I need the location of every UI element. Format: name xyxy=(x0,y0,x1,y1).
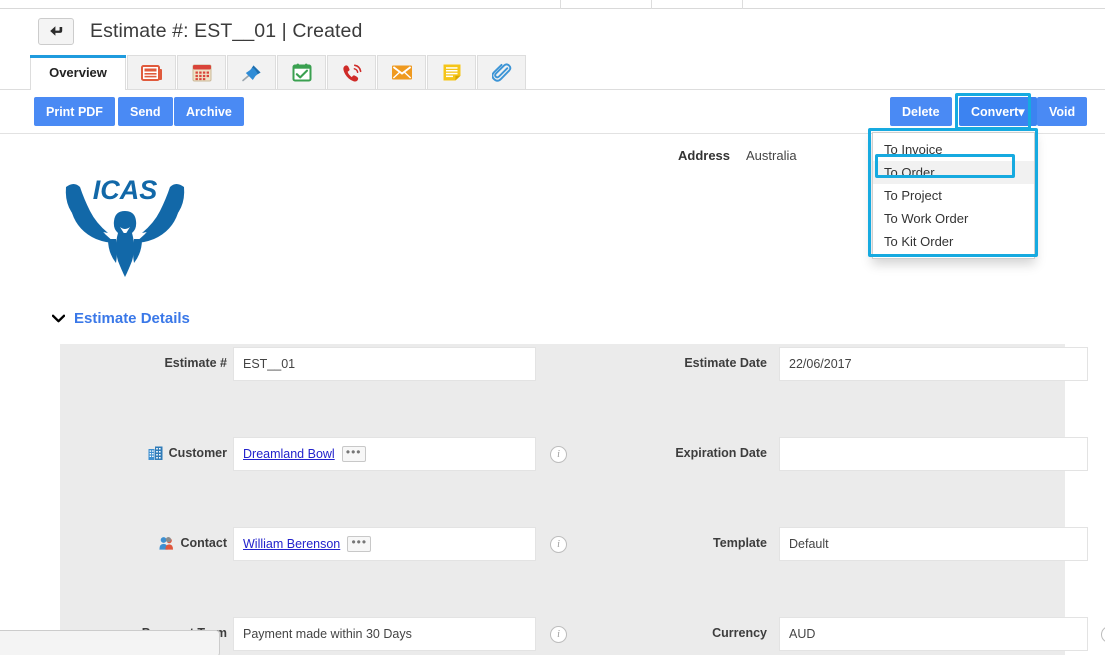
field-label: Template xyxy=(713,536,767,550)
field-estimate-number: Estimate # EST__01 xyxy=(60,344,562,389)
people-icon xyxy=(159,536,174,550)
contact-input[interactable]: William Berenson ••• xyxy=(233,527,536,561)
field-value: Default xyxy=(789,537,829,551)
payment-term-input[interactable]: Payment made within 30 Days xyxy=(233,617,536,651)
pushpin-icon xyxy=(241,63,263,83)
field-label: Estimate Date xyxy=(684,356,767,370)
delete-button[interactable]: Delete xyxy=(890,97,952,126)
field-value: 22/06/2017 xyxy=(789,357,852,371)
company-logo: ICAS xyxy=(60,165,190,285)
calendar-check-icon xyxy=(292,63,312,82)
tab-calendar[interactable] xyxy=(177,55,226,89)
field-label: Customer xyxy=(60,446,235,460)
address-value: Australia xyxy=(746,148,797,163)
convert-button[interactable]: Convert▾ xyxy=(959,97,1037,126)
app-page: Estimate #: EST__01 | Created Overview P… xyxy=(0,0,1105,655)
menu-item-to-work-order[interactable]: To Work Order xyxy=(873,207,1034,230)
archive-button[interactable]: Archive xyxy=(174,97,244,126)
field-label-text: Customer xyxy=(168,446,227,460)
convert-dropdown-menu: To Invoice To Order To Project To Work O… xyxy=(872,132,1035,259)
estimate-number-input[interactable]: EST__01 xyxy=(233,347,536,381)
field-label: Contact xyxy=(60,536,235,550)
field-contact: Contact William Berenson ••• i xyxy=(60,524,567,569)
field-estimate-date: Estimate Date 22/06/2017 xyxy=(562,344,1088,389)
template-input[interactable]: Default xyxy=(779,527,1088,561)
tab-newspaper[interactable] xyxy=(127,55,176,89)
menu-item-to-invoice[interactable]: To Invoice xyxy=(873,138,1034,161)
field-label: Estimate # xyxy=(164,356,227,370)
tab-overview-label: Overview xyxy=(49,65,107,80)
customer-lookup-button[interactable]: ••• xyxy=(341,446,366,462)
field-label: Currency xyxy=(712,626,767,640)
tab-envelope[interactable] xyxy=(377,55,426,89)
send-button[interactable]: Send xyxy=(118,97,173,126)
menu-item-to-order[interactable]: To Order xyxy=(873,161,1034,184)
void-button[interactable]: Void xyxy=(1037,97,1088,126)
chevron-down-icon: ▾ xyxy=(1018,105,1025,119)
customer-input[interactable]: Dreamland Bowl ••• xyxy=(233,437,536,471)
field-value: Payment made within 30 Days xyxy=(243,627,412,641)
tab-note[interactable] xyxy=(427,55,476,89)
field-template: Template Default xyxy=(562,524,1088,569)
bottom-left-popup-stub xyxy=(0,630,220,655)
chevron-down-icon xyxy=(51,312,66,325)
convert-label: Convert xyxy=(971,105,1019,119)
tab-phone[interactable] xyxy=(327,55,376,89)
envelope-icon xyxy=(391,64,413,81)
estimate-date-input[interactable]: 22/06/2017 xyxy=(779,347,1088,381)
tab-overview[interactable]: Overview xyxy=(30,55,126,90)
menu-item-to-project[interactable]: To Project xyxy=(873,184,1034,207)
estimate-details-form: Estimate # EST__01 Customer Dreamland Bo… xyxy=(60,344,1105,655)
phone-icon xyxy=(341,63,363,83)
menu-item-to-kit-order[interactable]: To Kit Order xyxy=(873,230,1034,253)
address-label: Address xyxy=(678,148,731,163)
field-label-text: Contact xyxy=(180,536,227,550)
expiration-date-input[interactable] xyxy=(779,437,1088,471)
browser-chrome-strip xyxy=(0,0,1105,9)
currency-input[interactable]: AUD xyxy=(779,617,1088,651)
building-icon xyxy=(148,446,163,460)
estimate-details-section-header[interactable]: Estimate Details xyxy=(51,310,190,327)
logo-text: ICAS xyxy=(93,175,158,205)
note-icon xyxy=(442,63,462,82)
back-arrow-icon[interactable] xyxy=(38,18,74,45)
calendar-icon xyxy=(192,63,212,82)
contact-link[interactable]: William Berenson xyxy=(243,537,340,551)
field-label: Expiration Date xyxy=(675,446,767,460)
newspaper-icon xyxy=(140,64,163,82)
customer-link[interactable]: Dreamland Bowl xyxy=(243,447,335,461)
field-expiration-date: Expiration Date xyxy=(562,434,1088,479)
tab-paperclip[interactable] xyxy=(477,55,526,89)
currency-info-icon[interactable]: i xyxy=(1101,626,1105,643)
action-toolbar: Print PDF Send Archive Delete Convert▾ V… xyxy=(0,90,1105,134)
page-title: Estimate #: EST__01 | Created xyxy=(90,20,363,42)
contact-lookup-button[interactable]: ••• xyxy=(347,536,372,552)
tab-pushpin[interactable] xyxy=(227,55,276,89)
tab-strip: Overview xyxy=(0,55,1105,90)
field-currency: Currency AUD i xyxy=(562,614,1105,655)
form-column-right: Estimate Date 22/06/2017 Expiration Date… xyxy=(562,344,1105,655)
field-value: EST__01 xyxy=(243,357,296,371)
page-header: Estimate #: EST__01 | Created xyxy=(0,9,1105,54)
print-pdf-button[interactable]: Print PDF xyxy=(34,97,115,126)
form-column-left: Estimate # EST__01 Customer Dreamland Bo… xyxy=(60,344,567,655)
paperclip-icon xyxy=(491,62,512,83)
field-customer: Customer Dreamland Bowl ••• i xyxy=(60,434,567,479)
tab-calendar-check[interactable] xyxy=(277,55,326,89)
section-title: Estimate Details xyxy=(74,310,190,327)
field-value: AUD xyxy=(789,627,816,641)
